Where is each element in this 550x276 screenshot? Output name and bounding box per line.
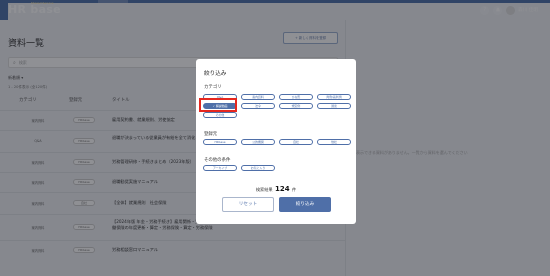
- source-section-title: 登録元: [204, 132, 218, 137]
- chip-regulation-examples[interactable]: 規定例: [279, 103, 313, 109]
- category-section-title: カテゴリ: [204, 85, 222, 90]
- reset-button[interactable]: リセット: [222, 197, 274, 212]
- chip-favorites[interactable]: お気に入り: [241, 165, 275, 171]
- search-result-count: 検索結果 124 件: [255, 185, 297, 193]
- apply-filter-button[interactable]: 絞り込み: [279, 197, 331, 212]
- chip-templates[interactable]: ひな形: [279, 94, 313, 100]
- modal-title: 絞り込み: [204, 71, 227, 77]
- chip-source-other-company[interactable]: 他社: [317, 139, 351, 145]
- chip-archive[interactable]: アーカイブ: [203, 165, 237, 171]
- chip-notices[interactable]: 通達: [317, 103, 351, 109]
- filter-modal: 絞り込み カテゴリ Q&A 案内資料 ひな形 判例/裁判例 ✓ 解説動画 法令 …: [196, 59, 356, 224]
- chip-case-law[interactable]: 判例/裁判例: [317, 94, 351, 100]
- other-section-title: その他の条件: [204, 158, 231, 163]
- chip-other[interactable]: その他: [203, 112, 237, 118]
- chip-laws[interactable]: 法令: [241, 103, 275, 109]
- chip-source-public[interactable]: 公的機関: [241, 139, 275, 145]
- chip-guide-docs[interactable]: 案内資料: [241, 94, 275, 100]
- chip-source-own[interactable]: 自社: [279, 139, 313, 145]
- result-number: 124: [274, 185, 290, 193]
- chip-source-hrbase[interactable]: HRbase: [203, 139, 237, 145]
- selection-highlight-box: [199, 98, 237, 112]
